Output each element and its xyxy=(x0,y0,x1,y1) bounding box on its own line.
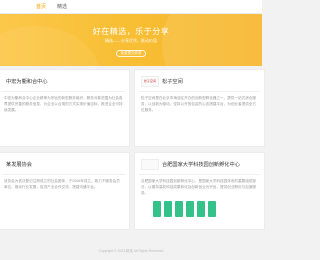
nav-featured-link[interactable]: 精选 xyxy=(57,3,67,10)
site-card[interactable]: 中宏为衢和合中心 中宏为衢和合中心企业精神为宗旨的新型服务组织，服务对象范围为社… xyxy=(0,69,130,147)
nav-home-link[interactable]: 首页 xyxy=(36,3,46,10)
site-card[interactable]: 松子空间 松子空间 松子空间是在北京市海淀区开办的创新型孵化器之一，提供一站式综… xyxy=(134,69,265,147)
card-logo: 松子空间 xyxy=(141,76,159,87)
card-title[interactable]: 中宏为衢和合中心 xyxy=(6,78,48,85)
card-title[interactable]: 松子空间 xyxy=(162,78,183,85)
card-logo xyxy=(141,159,159,170)
card-divider xyxy=(139,91,260,92)
watermark-glyphs xyxy=(152,198,217,220)
hero-title: 好在精选，乐于分享 xyxy=(92,27,170,36)
footer-copyright: Copyright © 2023 精选 All Rights Reserved xyxy=(98,249,164,253)
card-divider xyxy=(2,174,125,175)
top-nav-bar: 首页 精选 xyxy=(0,0,262,14)
hero-banner: 好在精选，乐于分享 精选——分享优秀，推动价值 免费提交收录 xyxy=(0,14,262,66)
watermark-glyph xyxy=(153,201,161,217)
card-description: 合肥国家大学科技园创新孵化中心，是国家大学科技园体系的重要组成部分，以服务高校科… xyxy=(141,179,256,195)
site-card[interactable]: 某发展协会 该协会为依法登记注册成立的社会团体，于2006年成立，致力于服务会员… xyxy=(0,152,130,230)
card-description: 松子空间是在北京市海淀区开办的创新型孵化器之一，提供一站式综合服务，以创新为驱动… xyxy=(141,96,256,112)
card-title[interactable]: 某发展协会 xyxy=(6,161,32,168)
card-description: 中宏为衢和合中心企业精神为宗旨的新型服务组织，服务对象范围为社会各界提供完善的服… xyxy=(4,96,123,112)
watermark-glyph xyxy=(186,201,194,217)
card-description: 该协会为依法登记注册成立的社会团体，于2006年成立，致力于服务会员单位，推动行… xyxy=(4,179,120,189)
hero-subtitle: 精选——分享优秀，推动价值 xyxy=(105,38,157,43)
watermark-logo xyxy=(152,198,217,220)
submit-site-button[interactable]: 免费提交收录 xyxy=(116,50,146,57)
watermark-glyph xyxy=(197,201,205,217)
card-title[interactable]: 合肥国家大学科技园创新孵化中心 xyxy=(162,161,240,168)
watermark-glyph xyxy=(175,201,183,217)
watermark-glyph xyxy=(164,201,172,217)
watermark-glyph xyxy=(208,201,216,217)
card-divider xyxy=(2,91,125,92)
card-divider xyxy=(139,174,260,175)
